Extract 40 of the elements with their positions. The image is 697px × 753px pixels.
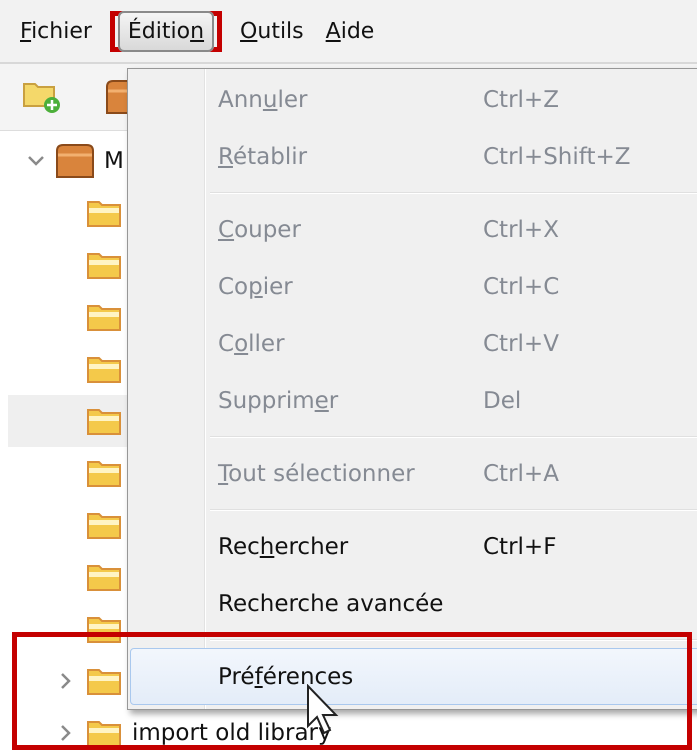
menu-item-label: Annuler	[218, 86, 308, 112]
menu-bar-item[interactable]: Fichier	[10, 10, 102, 52]
shortcut-label: Ctrl+V	[483, 330, 559, 356]
menu-item-label: Couper	[218, 216, 302, 242]
shortcut-label: Ctrl+Z	[483, 86, 559, 112]
box-icon	[56, 144, 94, 178]
menu-item[interactable]: Rechercher Ctrl+F	[130, 518, 697, 575]
folder-icon	[86, 458, 122, 488]
folder-icon	[86, 250, 122, 280]
shortcut-label: Ctrl+X	[483, 216, 559, 242]
shortcut-label: Del	[483, 388, 522, 414]
tree-item-label[interactable]: M	[104, 148, 124, 174]
menu-item-label: Rétablir	[218, 144, 308, 170]
menu-item-label: Recherche avancée	[218, 590, 444, 616]
menu-bar-item[interactable]: Édition	[118, 10, 214, 52]
menu-item-label: Copier	[218, 274, 294, 300]
shortcut-label: Ctrl+F	[483, 534, 556, 560]
menu-item-label: Coller	[218, 330, 286, 356]
folder-icon	[86, 354, 122, 384]
menu-bar-item[interactable]: Outils	[230, 10, 314, 52]
menu-item-label: Supprimer	[218, 388, 340, 414]
folder-icon	[86, 718, 122, 748]
folder-icon	[86, 406, 122, 436]
shortcut-label: Ctrl+C	[483, 274, 560, 300]
folder-icon	[86, 666, 122, 696]
folder-icon	[86, 302, 122, 332]
menu-item-label: Tout sélectionner	[218, 460, 416, 486]
shortcut-label: Ctrl+A	[483, 460, 559, 486]
folder-add-icon[interactable]	[22, 80, 62, 114]
tree-item-label[interactable]: import old library	[132, 720, 332, 746]
menu-item-label: Rechercher	[218, 534, 350, 560]
shortcut-label: Ctrl+Shift+Z	[483, 144, 631, 170]
folder-icon	[86, 198, 122, 228]
menu-item-label: Préférences	[218, 664, 354, 690]
menu-item[interactable]: Préférences	[130, 648, 697, 705]
folder-icon	[86, 510, 122, 540]
box-icon	[106, 80, 128, 114]
menu-item[interactable]: Recherche avancée	[130, 575, 697, 632]
menu-bar-item[interactable]: Aide	[316, 10, 384, 52]
folder-icon	[86, 562, 122, 592]
